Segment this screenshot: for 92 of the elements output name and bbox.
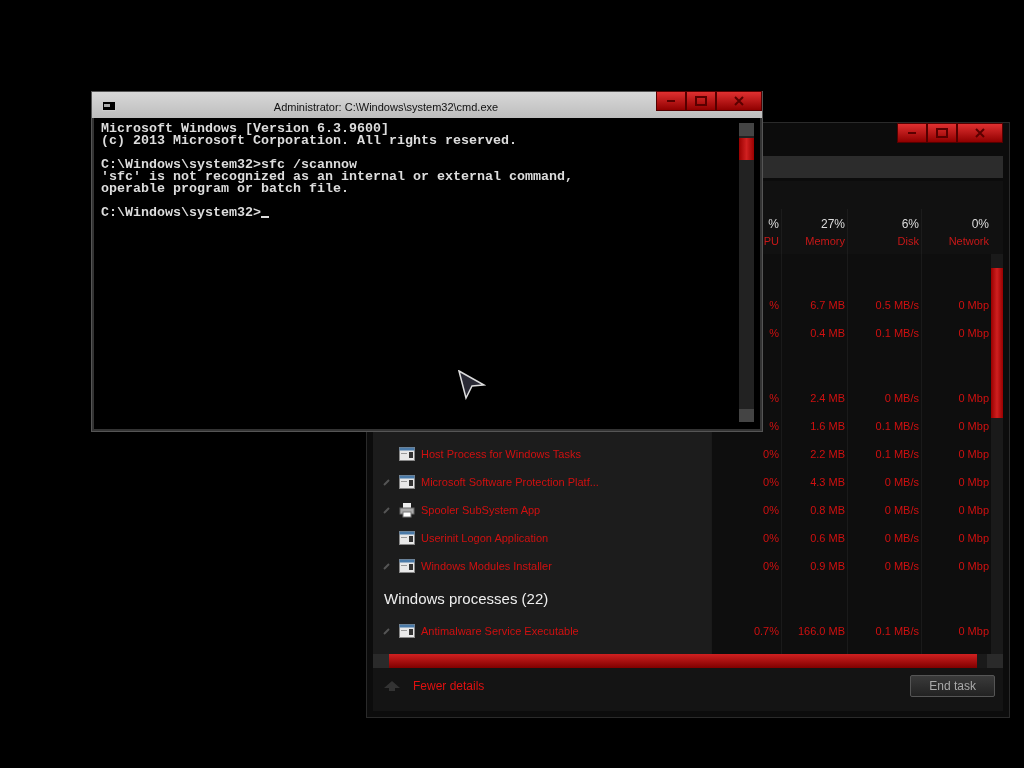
column-percent: 6%: [901, 216, 919, 231]
cpu-value: 0%: [762, 448, 780, 460]
disk-value: 0 MB/s: [883, 476, 920, 488]
disk-value: 0.1 MB/s: [874, 327, 920, 339]
close-icon: [974, 128, 986, 138]
maximize-button[interactable]: [686, 91, 716, 111]
window-icon: [399, 447, 415, 461]
horizontal-scrollbar[interactable]: [373, 654, 1003, 668]
disk-value: 0.1 MB/s: [874, 448, 920, 460]
window-icon: [399, 531, 415, 545]
memory-value: 1.6 MB: [809, 420, 846, 432]
network-value: 0 Mbp: [957, 532, 990, 544]
maximize-icon: [936, 128, 948, 138]
network-value: 0 Mbp: [957, 420, 990, 432]
window-icon: [399, 559, 415, 573]
cpu-value: %: [768, 299, 780, 311]
fewer-details-link[interactable]: Fewer details: [413, 678, 485, 693]
memory-value: 6.7 MB: [809, 299, 846, 311]
disk-value: 0.1 MB/s: [874, 625, 920, 637]
cpu-value: %: [768, 327, 780, 339]
disk-value: 0.5 MB/s: [874, 299, 920, 311]
expand-icon[interactable]: [383, 478, 391, 486]
window-icon: [399, 624, 415, 638]
maximize-button[interactable]: [927, 123, 957, 143]
column-header[interactable]: Memory: [805, 234, 845, 247]
end-task-button[interactable]: End task: [910, 674, 995, 697]
close-icon: [733, 96, 745, 106]
memory-value: 2.2 MB: [809, 448, 846, 460]
close-button[interactable]: [957, 123, 1003, 143]
disk-value: 0 MB/s: [883, 504, 920, 516]
expand-icon[interactable]: [383, 562, 391, 570]
cpu-value: 0%: [762, 504, 780, 516]
expand-icon[interactable]: [383, 506, 391, 514]
cpu-value: 0.7%: [752, 625, 780, 637]
window-title: Administrator: C:\Windows\system32\cmd.exe: [272, 101, 500, 113]
minimize-icon: [907, 131, 917, 135]
network-value: 0 Mbp: [957, 299, 990, 311]
cpu-value: %: [768, 392, 780, 404]
memory-value: 166.0 MB: [796, 625, 846, 637]
memory-value: 2.4 MB: [809, 392, 846, 404]
text-cursor-icon: [260, 216, 269, 218]
printer-icon: [399, 502, 415, 518]
column-percent: %: [768, 216, 779, 231]
console-line: C:\Windows\system32>sfc /scannow: [101, 159, 357, 171]
process-name[interactable]: Userinit Logon Application: [421, 532, 549, 544]
minimize-button[interactable]: [897, 123, 927, 143]
process-name[interactable]: Antimalware Service Executable: [421, 625, 579, 637]
process-name[interactable]: Host Process for Windows Tasks: [421, 448, 581, 460]
network-value: 0 Mbp: [957, 392, 990, 404]
minimize-button[interactable]: [656, 91, 686, 111]
console-line: 'sfc' is not recognized as an internal or external command,: [101, 171, 573, 183]
vertical-scrollbar[interactable]: [739, 123, 754, 422]
column-header[interactable]: Network: [948, 234, 989, 247]
process-name[interactable]: Spooler SubSystem App: [421, 504, 541, 516]
column-percent: 27%: [820, 216, 845, 231]
process-name[interactable]: Microsoft Software Protection Platf...: [421, 476, 599, 488]
network-value: 0 Mbp: [957, 448, 990, 460]
group-heading: Windows processes (22): [384, 590, 549, 607]
close-button[interactable]: [716, 91, 762, 111]
console-line: Microsoft Windows [Version 6.3.9600]: [101, 123, 389, 135]
cpu-value: 0%: [762, 560, 780, 572]
network-value: 0 Mbp: [957, 327, 990, 339]
memory-value: 0.8 MB: [809, 504, 846, 516]
column-header[interactable]: Disk: [897, 234, 919, 247]
column-header[interactable]: PU: [763, 234, 779, 247]
console-icon: [102, 101, 116, 111]
disk-value: 0 MB/s: [883, 392, 920, 404]
memory-value: 0.6 MB: [809, 532, 846, 544]
disk-value: 0 MB/s: [883, 560, 920, 572]
network-value: 0 Mbp: [957, 476, 990, 488]
window-icon: [399, 475, 415, 489]
memory-value: 0.9 MB: [809, 560, 846, 572]
cpu-value: 0%: [762, 532, 780, 544]
vertical-scrollbar[interactable]: [991, 254, 1003, 654]
process-name[interactable]: Windows Modules Installer: [421, 560, 552, 572]
console-line: C:\Windows\system32>: [101, 207, 261, 219]
minimize-icon: [666, 99, 676, 103]
disk-value: 0.1 MB/s: [874, 420, 920, 432]
expand-icon[interactable]: [383, 627, 391, 635]
network-value: 0 Mbp: [957, 504, 990, 516]
console-line: (c) 2013 Microsoft Corporation. All rights reserved.: [101, 135, 517, 147]
disk-value: 0 MB/s: [883, 532, 920, 544]
mouse-pointer-icon: [458, 370, 486, 400]
maximize-icon: [695, 96, 707, 106]
console-line: operable program or batch file.: [101, 183, 349, 195]
memory-value: 0.4 MB: [809, 327, 846, 339]
network-value: 0 Mbp: [957, 560, 990, 572]
network-value: 0 Mbp: [957, 625, 990, 637]
column-percent: 0%: [971, 216, 989, 231]
memory-value: 4.3 MB: [809, 476, 846, 488]
cpu-value: 0%: [762, 476, 780, 488]
cpu-value: %: [768, 420, 780, 432]
